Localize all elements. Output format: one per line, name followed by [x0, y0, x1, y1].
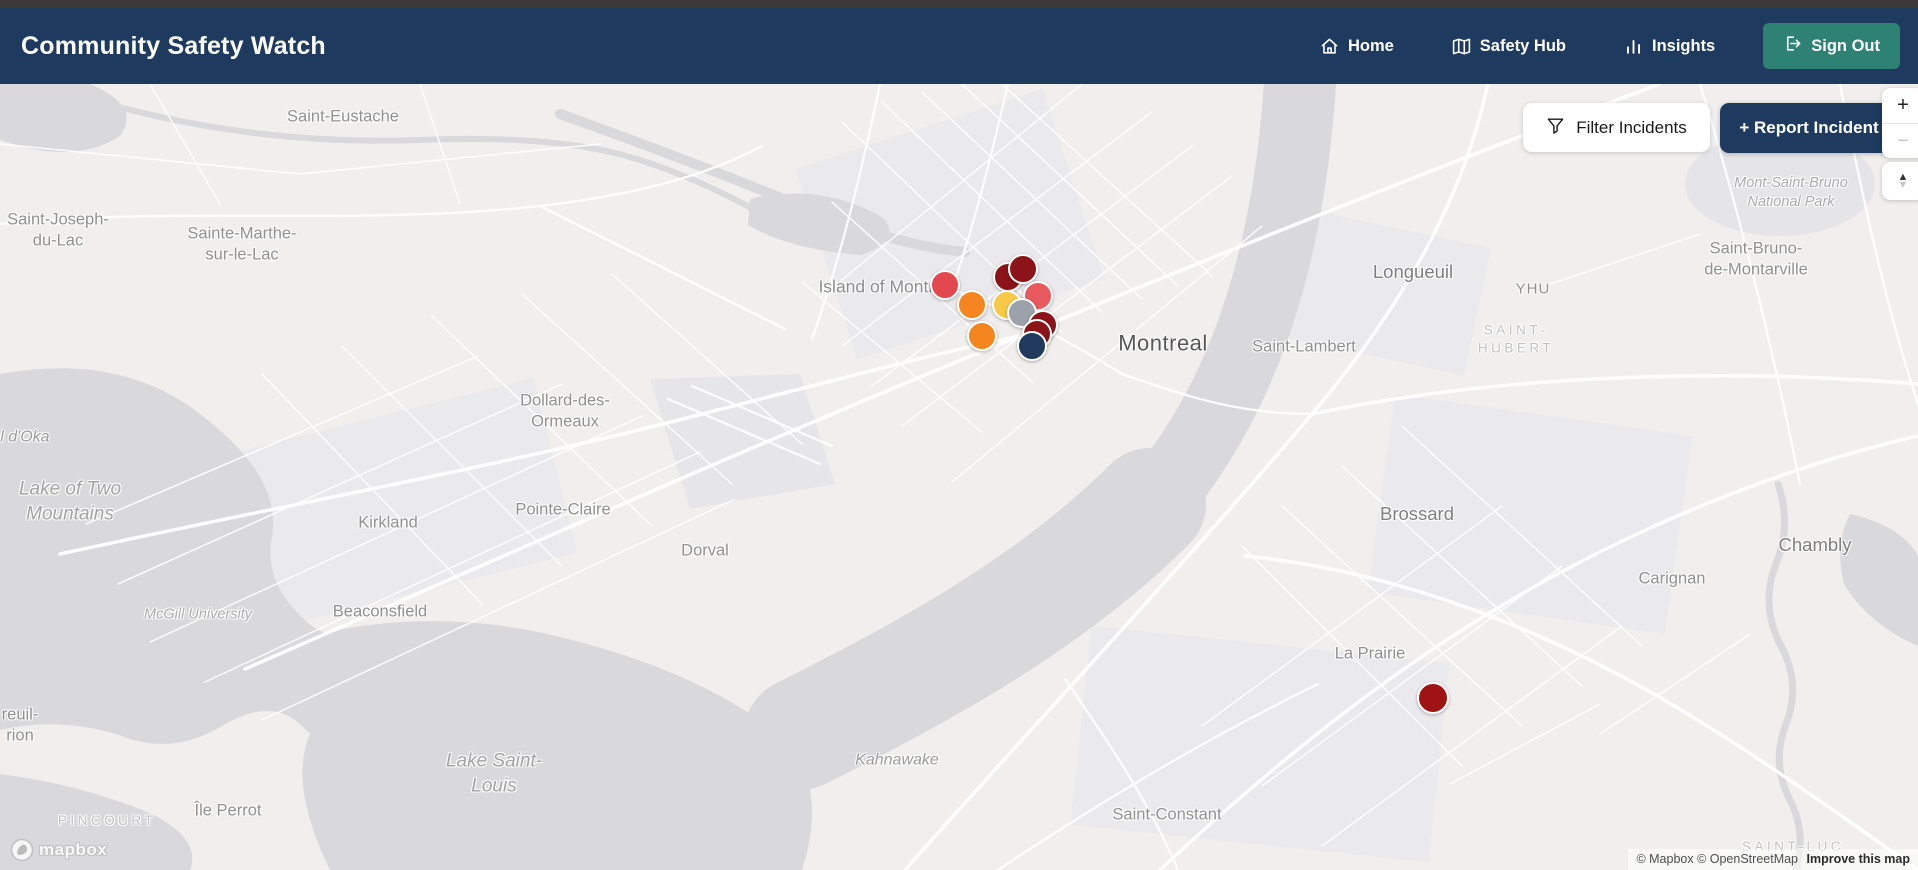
incident-marker[interactable]	[957, 290, 987, 320]
nav-item-home[interactable]: Home	[1320, 37, 1394, 56]
app-title: Community Safety Watch	[21, 31, 326, 60]
incident-marker[interactable]	[1417, 682, 1449, 714]
zoom-out-button[interactable]: −	[1882, 123, 1918, 158]
filter-incidents-label: Filter Incidents	[1576, 117, 1687, 137]
incident-marker[interactable]	[930, 270, 960, 300]
attribution-credits-link[interactable]: © Mapbox © OpenStreetMap	[1636, 852, 1798, 866]
mapbox-logo-icon	[10, 838, 34, 862]
map-zoom-control: + −	[1882, 88, 1918, 158]
home-icon	[1320, 37, 1339, 56]
sign-out-button[interactable]: Sign Out	[1763, 23, 1900, 69]
nav-item-insights[interactable]: Insights	[1624, 37, 1715, 56]
map-attribution: © Mapbox © OpenStreetMap Improve this ma…	[1628, 849, 1918, 870]
report-incident-label: + Report Incident	[1739, 118, 1879, 137]
incident-marker[interactable]	[1008, 254, 1038, 284]
nav-label: Safety Hub	[1479, 36, 1566, 55]
sign-out-icon	[1783, 34, 1802, 58]
report-incident-button[interactable]: + Report Incident	[1720, 103, 1898, 153]
window-top-bar	[0, 0, 1918, 8]
map-tiles	[0, 84, 1918, 870]
map-canvas[interactable]: Saint-Eustache Saint-Joseph- du-Lac Sainte…	[0, 84, 1918, 870]
nav-label: Insights	[1651, 36, 1716, 55]
funnel-icon	[1546, 116, 1565, 140]
main-nav: Home Safety Hub Insights	[1320, 37, 1715, 56]
nav-label: Home	[1347, 36, 1394, 55]
sign-out-label: Sign Out	[1811, 36, 1880, 55]
improve-map-link[interactable]: Improve this map	[1807, 852, 1911, 866]
map-pitch-control[interactable]: ▲ ▼	[1882, 162, 1918, 200]
nav-item-safety-hub[interactable]: Safety Hub	[1452, 37, 1566, 56]
filter-incidents-button[interactable]: Filter Incidents	[1523, 103, 1710, 152]
incident-marker[interactable]	[1017, 331, 1047, 361]
pitch-down-icon: ▼	[1897, 179, 1909, 191]
mapbox-wordmark: mapbox	[39, 840, 108, 859]
zoom-in-button[interactable]: +	[1882, 88, 1918, 123]
bar-chart-icon	[1624, 37, 1643, 56]
app-header: Community Safety Watch Home Safety Hub I…	[0, 8, 1918, 84]
map-icon	[1452, 37, 1471, 56]
incident-marker[interactable]	[967, 321, 997, 351]
mapbox-logo[interactable]: mapbox	[10, 838, 107, 862]
